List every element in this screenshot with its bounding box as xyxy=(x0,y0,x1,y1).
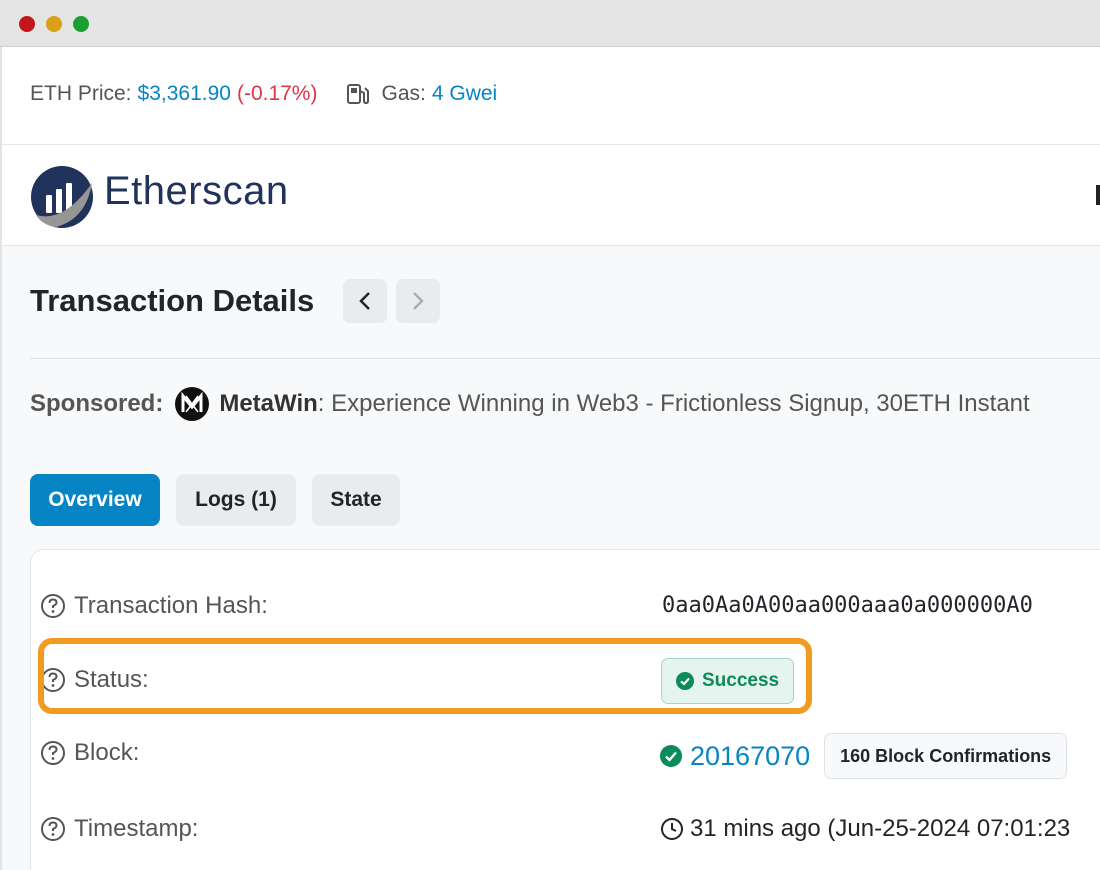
check-circle-icon xyxy=(660,745,682,767)
sponsored-label: Sponsored: xyxy=(30,390,164,417)
gas-value[interactable]: 4 Gwei xyxy=(432,82,497,106)
maximize-window-button[interactable] xyxy=(73,16,89,32)
block-value-wrap: 20167070 160 Block Confirmations xyxy=(660,733,1068,779)
tab-state[interactable]: State xyxy=(312,474,400,526)
block-confirmations-badge: 160 Block Confirmations xyxy=(824,733,1068,779)
site-header: Etherscan xyxy=(2,145,1100,246)
etherscan-logo-text[interactable]: Etherscan xyxy=(104,169,289,214)
help-circle-icon[interactable] xyxy=(40,816,66,842)
check-circle-icon xyxy=(676,672,694,690)
sponsored-brand[interactable]: MetaWin xyxy=(219,390,317,418)
tab-logs[interactable]: Logs (1) xyxy=(176,474,296,526)
transaction-hash-label-text: Transaction Hash: xyxy=(74,592,268,619)
status-label-text: Status: xyxy=(74,666,149,693)
timestamp-value: 31 mins ago (Jun-25-2024 07:01:23 xyxy=(690,815,1071,842)
tab-overview[interactable]: Overview xyxy=(30,474,160,526)
timestamp-value-wrap: 31 mins ago (Jun-25-2024 07:01:23 xyxy=(660,815,1070,843)
gas-pump-icon xyxy=(347,84,370,105)
timestamp-label: Timestamp: xyxy=(40,815,198,843)
help-circle-icon[interactable] xyxy=(40,593,66,619)
minimize-window-button[interactable] xyxy=(46,16,62,32)
price-info-bar: ETH Price: $3,361.90 (-0.17%) Gas: 4 Gwe… xyxy=(2,47,1100,145)
help-circle-icon[interactable] xyxy=(40,740,66,766)
transaction-hash-value-wrap: 0aa0Aa0A00aa000aaa0a000000A0 xyxy=(662,593,1033,618)
transaction-hash-value[interactable]: 0aa0Aa0A00aa000aaa0a000000A0 xyxy=(662,593,1033,618)
header-menu-edge xyxy=(1096,185,1100,205)
status-badge: Success xyxy=(661,658,795,704)
next-transaction-button[interactable] xyxy=(396,279,440,323)
close-window-button[interactable] xyxy=(19,16,35,32)
gas-label: Gas: xyxy=(381,82,426,105)
sponsored-text[interactable]: : Experience Winning in Web3 - Frictionl… xyxy=(318,390,1030,418)
chevron-left-icon xyxy=(359,292,370,310)
etherscan-logo-icon[interactable] xyxy=(30,165,94,229)
status-value-wrap: Success xyxy=(661,658,795,704)
browser-content: ETH Price: $3,361.90 (-0.17%) Gas: 4 Gwe… xyxy=(2,47,1100,870)
block-label: Block: xyxy=(40,739,139,767)
clock-icon xyxy=(661,818,683,840)
sponsored-banner: Sponsored: MetaWin : Experience Winning … xyxy=(30,387,1030,421)
chevron-right-icon xyxy=(413,292,424,310)
window-titlebar xyxy=(0,0,1100,47)
block-number-link[interactable]: 20167070 xyxy=(690,741,810,772)
eth-price-label: ETH Price: xyxy=(30,82,132,105)
eth-price-value[interactable]: $3,361.90 xyxy=(138,82,231,106)
status-value: Success xyxy=(702,670,780,691)
previous-transaction-button[interactable] xyxy=(343,279,387,323)
page-title: Transaction Details xyxy=(30,283,315,318)
block-label-text: Block: xyxy=(74,739,140,766)
status-label: Status: xyxy=(40,666,149,694)
help-circle-icon[interactable] xyxy=(40,667,66,693)
metawin-logo-icon xyxy=(175,387,210,421)
transaction-hash-label: Transaction Hash: xyxy=(40,592,268,620)
title-divider xyxy=(30,358,1100,359)
eth-price-change: (-0.17%) xyxy=(236,82,318,105)
timestamp-label-text: Timestamp: xyxy=(74,815,199,842)
